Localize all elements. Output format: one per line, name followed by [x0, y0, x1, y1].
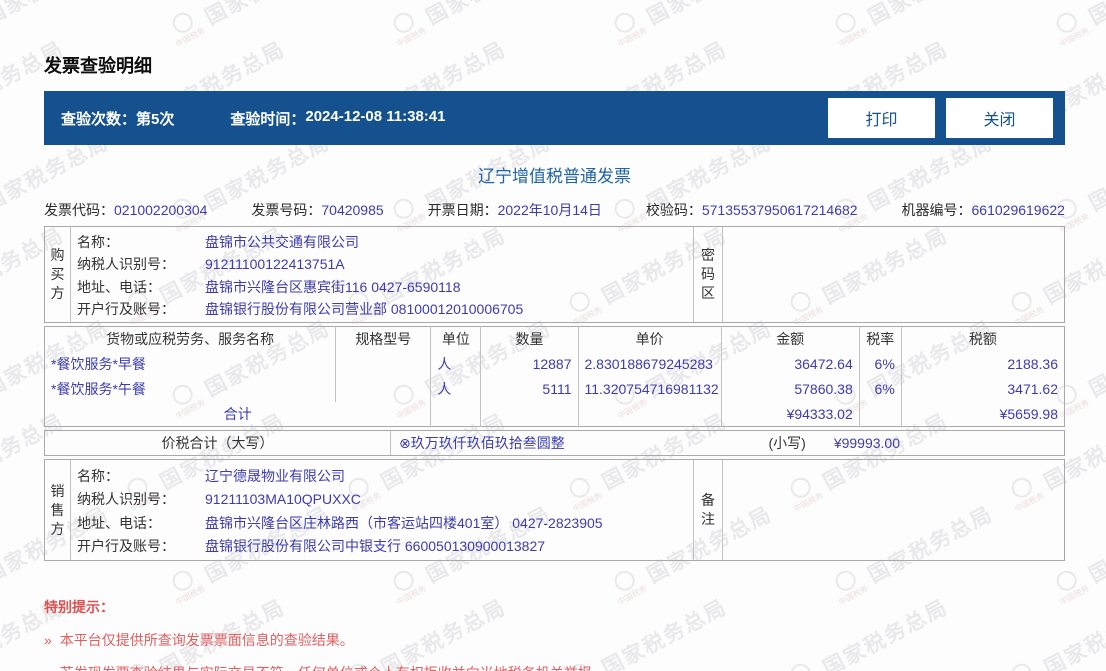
- buyer-side-label: 购买方: [50, 247, 65, 301]
- grand-total-label: 价税合计（大写）: [45, 431, 391, 455]
- buyer-address-row: 地址、电话： 盘锦市兴隆台区惠宾街116 0427-6590118: [77, 278, 461, 295]
- password-zone-label-cell: 密码区: [693, 227, 723, 322]
- password-zone-content: [723, 227, 1064, 322]
- total-tax: ¥5659.98: [900, 401, 1065, 427]
- password-zone-label: 密码区: [701, 247, 715, 301]
- col-amount: 金额: [720, 326, 860, 352]
- grand-total-words: ⊗玖万玖仟玖佰玖拾叁圆整: [399, 435, 565, 451]
- page-title: 发票查验明细: [44, 56, 152, 76]
- col-price: 单价: [577, 326, 722, 352]
- print-button[interactable]: 打印: [828, 98, 935, 138]
- seller-side-label: 销售方: [50, 482, 65, 537]
- notice-item: »若发现发票查验结果与实际交易不符，任何单位或个人有权拒收并向当地税务机关举报。: [44, 663, 1065, 671]
- check-time-value: 2024-12-08 11:38:41: [305, 107, 446, 125]
- check-time: 查验时间： 2024-12-08 11:38:41: [230, 108, 445, 129]
- bullet-arrow-icon: »: [44, 632, 52, 648]
- seller-name-row: 名称： 辽宁德晟物业有限公司: [77, 467, 345, 484]
- bullet-arrow-icon: »: [44, 665, 52, 671]
- buyer-bank-row: 开户行及账号： 盘锦银行股份有限公司营业部 08100012010006705: [77, 300, 524, 317]
- buyer-left: 购买方 名称： 盘锦市公共交通有限公司 纳税人识别号： 91211100122413…: [45, 227, 693, 322]
- notice-item: » 本平台仅提供所查询发票票面信息的查验结果。: [44, 632, 354, 648]
- close-button[interactable]: 关闭: [946, 98, 1053, 138]
- toolbar-buttons: 打印 关闭: [828, 98, 1053, 138]
- check-code: 校验码：57135537950617214682: [645, 202, 858, 218]
- invoice-meta-row: 发票代码：021002200304 发票号码：70420985 开票日期：202…: [44, 200, 1065, 220]
- invoice-code: 发票代码：021002200304: [44, 202, 208, 218]
- total-label: 合计: [223, 405, 252, 422]
- items-table: 货物或应税劳务、服务名称 规格型号 单位 数量 单价 金额 税率 税额 *餐饮服…: [44, 326, 1065, 427]
- buyer-section: 购买方 名称： 盘锦市公共交通有限公司 纳税人识别号： 91211100122413…: [44, 226, 1065, 323]
- seller-taxid-row: 纳税人识别号： 91211103MA10QPUXXC: [77, 491, 361, 508]
- seller-bank-row: 开户行及账号： 盘锦银行股份有限公司中银支行 660050130900013827: [77, 538, 546, 555]
- item-row: *餐饮服务*早餐 人 12887 2.830188679245283 36472…: [45, 351, 1065, 377]
- grand-total-small-value: ¥99993.00: [833, 435, 900, 451]
- buyer-name-row: 名称： 盘锦市公共交通有限公司: [77, 234, 359, 251]
- seller-fields: 名称： 辽宁德晟物业有限公司 纳税人识别号： 91211103MA10QPUXXC …: [71, 460, 693, 560]
- col-name: 货物或应税劳务、服务名称: [106, 331, 275, 348]
- items-total-row: 合计 ¥94333.02 ¥5659.98: [45, 401, 1065, 427]
- buyer-fields: 名称： 盘锦市公共交通有限公司 纳税人识别号： 91211100122413751A…: [71, 227, 693, 322]
- buyer-side-cell: 购买方: [45, 227, 71, 322]
- check-count-label: 查验次数：: [61, 110, 137, 128]
- invoice-check-page: 发票查验明细 查验次数： 第5次 查验时间： 2024-12-08 11:38:…: [44, 0, 1065, 671]
- col-qty: 数量: [480, 326, 578, 352]
- items-header-row: 货物或应税劳务、服务名称 规格型号 单位 数量 单价 金额 税率 税额: [45, 326, 1065, 352]
- remark-label: 备注: [701, 492, 715, 527]
- seller-left: 销售方 名称： 辽宁德晟物业有限公司 纳税人识别号： 91211103MA10QPU…: [45, 460, 693, 560]
- col-tax: 税额: [900, 326, 1065, 352]
- col-taxrate: 税率: [858, 326, 902, 352]
- seller-section: 销售方 名称： 辽宁德晟物业有限公司 纳税人识别号： 91211103MA10QPU…: [44, 459, 1065, 561]
- check-count-value: 第5次: [136, 110, 175, 128]
- grand-total-rest: ⊗玖万玖仟玖佰玖拾叁圆整 (小写) ¥99993.00: [391, 433, 1064, 453]
- remark-content: [723, 460, 1064, 560]
- check-time-label: 查验时间：: [230, 110, 306, 128]
- check-count: 查验次数： 第5次: [61, 108, 174, 129]
- toolbar: 查验次数： 第5次 查验时间： 2024-12-08 11:38:41 打印 关…: [44, 91, 1065, 145]
- invoice-title: 辽宁增值税普通发票: [478, 167, 631, 186]
- seller-side-cell: 销售方: [45, 460, 71, 560]
- buyer-taxid-row: 纳税人识别号： 91211100122413751A: [77, 256, 345, 273]
- grand-total-row: 价税合计（大写） ⊗玖万玖仟玖佰玖拾叁圆整 (小写) ¥99993.00: [44, 430, 1065, 456]
- remark-label-cell: 备注: [693, 460, 723, 560]
- invoice-number: 发票号码：70420985: [251, 202, 384, 218]
- grand-total-small-label: (小写): [768, 435, 806, 451]
- machine-number: 机器编号：661029619622: [901, 202, 1065, 218]
- total-amount: ¥94333.02: [720, 401, 860, 427]
- seller-address-row: 地址、电话： 盘锦市兴隆台区庄林路西（市客运站四楼401室） 0427-28239…: [77, 514, 603, 531]
- col-unit: 单位: [430, 326, 481, 352]
- notice-title: 特别提示：: [44, 599, 114, 615]
- invoice-date: 开票日期：2022年10月14日: [427, 202, 602, 218]
- item-row: *餐饮服务*午餐 人 5111 11.320754716981132 57860…: [45, 376, 1065, 402]
- col-spec: 规格型号: [335, 326, 431, 352]
